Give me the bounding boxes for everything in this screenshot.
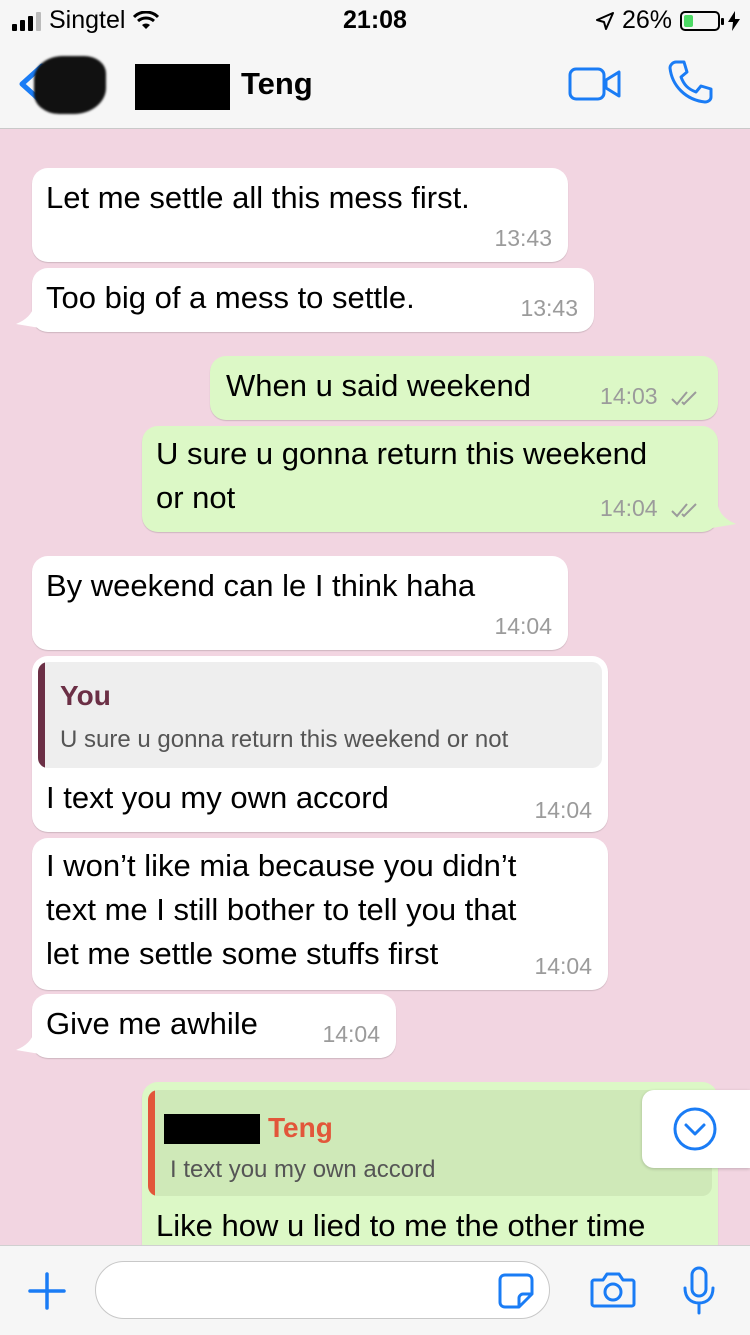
- message-time: 14:04: [600, 495, 658, 521]
- bubble-tail: [16, 1032, 40, 1054]
- message-bubble-incoming[interactable]: Too big of a mess to settle. 13:43: [32, 268, 594, 332]
- message-time: 14:03: [600, 383, 658, 409]
- contact-name[interactable]: Teng: [241, 66, 313, 102]
- message-text: Give me awhile: [46, 1006, 258, 1041]
- chevron-down-circle-icon: [673, 1107, 717, 1151]
- quote-accent-bar: [148, 1090, 155, 1196]
- redacted-name: [164, 1114, 260, 1144]
- message-bubble-incoming[interactable]: Give me awhile 14:04: [32, 994, 396, 1058]
- message-time: 13:43: [494, 225, 552, 251]
- message-line: let me settle some stuffs first: [46, 936, 439, 971]
- message-bubble-outgoing[interactable]: When u said weekend 14:03: [210, 356, 718, 420]
- message-text: Too big of a mess to settle.: [46, 280, 415, 315]
- video-camera-icon[interactable]: [568, 66, 622, 102]
- message-bubble-incoming[interactable]: I won’t like mia because you didn’t text…: [32, 838, 608, 990]
- bubble-tail: [712, 506, 736, 528]
- scroll-to-bottom-button[interactable]: [642, 1090, 750, 1168]
- quoted-author: You: [60, 680, 111, 711]
- quoted-message[interactable]: You U sure u gonna return this weekend o…: [38, 662, 602, 768]
- battery-percent: 26%: [621, 6, 672, 34]
- message-line: or not: [156, 480, 236, 515]
- message-text: When u said weekend: [226, 368, 532, 403]
- camera-icon[interactable]: [590, 1270, 636, 1310]
- message-time: 14:04: [534, 953, 592, 979]
- phone-icon[interactable]: [666, 58, 714, 106]
- bubble-tail: [16, 306, 40, 328]
- message-text: By weekend can le I think haha: [46, 568, 476, 603]
- message-input-bar: [0, 1245, 750, 1335]
- message-time: 14:04: [534, 797, 592, 823]
- message-meta: 14:04: [600, 495, 700, 522]
- microphone-icon[interactable]: [682, 1266, 716, 1316]
- message-time: 13:43: [520, 295, 578, 321]
- message-time: 14:04: [494, 613, 552, 639]
- message-text: Let me settle all this mess first.: [46, 180, 470, 215]
- message-line: U sure u gonna return this weekend: [156, 436, 648, 471]
- message-text: I text you my own accord: [46, 780, 389, 815]
- chat-header: Teng: [0, 40, 750, 129]
- message-text: Like how u lied to me the other time: [156, 1208, 646, 1243]
- message-line: text me I still bother to tell you that: [46, 892, 517, 927]
- battery-icon: [680, 10, 724, 31]
- quoted-author: Teng: [268, 1112, 333, 1143]
- location-arrow-icon: [595, 11, 614, 30]
- message-time: 14:04: [322, 1021, 380, 1047]
- message-input[interactable]: [95, 1261, 550, 1319]
- message-bubble-incoming[interactable]: By weekend can le I think haha 14:04: [32, 556, 568, 650]
- quoted-text: U sure u gonna return this weekend or no…: [60, 726, 509, 753]
- quoted-message[interactable]: Teng I text you my own accord: [148, 1090, 712, 1196]
- message-meta: 14:03: [600, 383, 700, 410]
- quoted-text: I text you my own accord: [170, 1156, 436, 1183]
- message-line: I won’t like mia because you didn’t: [46, 848, 517, 883]
- read-ticks-icon: [671, 391, 697, 406]
- message-bubble-incoming[interactable]: Let me settle all this mess first. 13:43: [32, 168, 568, 262]
- sticker-icon[interactable]: [497, 1272, 535, 1310]
- message-bubble-outgoing[interactable]: U sure u gonna return this weekend or no…: [142, 426, 718, 532]
- redacted-name: [135, 64, 230, 110]
- message-bubble-incoming-reply[interactable]: You U sure u gonna return this weekend o…: [32, 656, 608, 832]
- avatar[interactable]: [34, 56, 106, 114]
- status-right: 26%: [595, 6, 740, 35]
- read-ticks-icon: [671, 503, 697, 518]
- quote-accent-bar: [38, 662, 45, 768]
- status-bar: Singtel 21:08 26%: [0, 0, 750, 40]
- charging-bolt-icon: [728, 10, 740, 31]
- plus-icon[interactable]: [28, 1272, 66, 1310]
